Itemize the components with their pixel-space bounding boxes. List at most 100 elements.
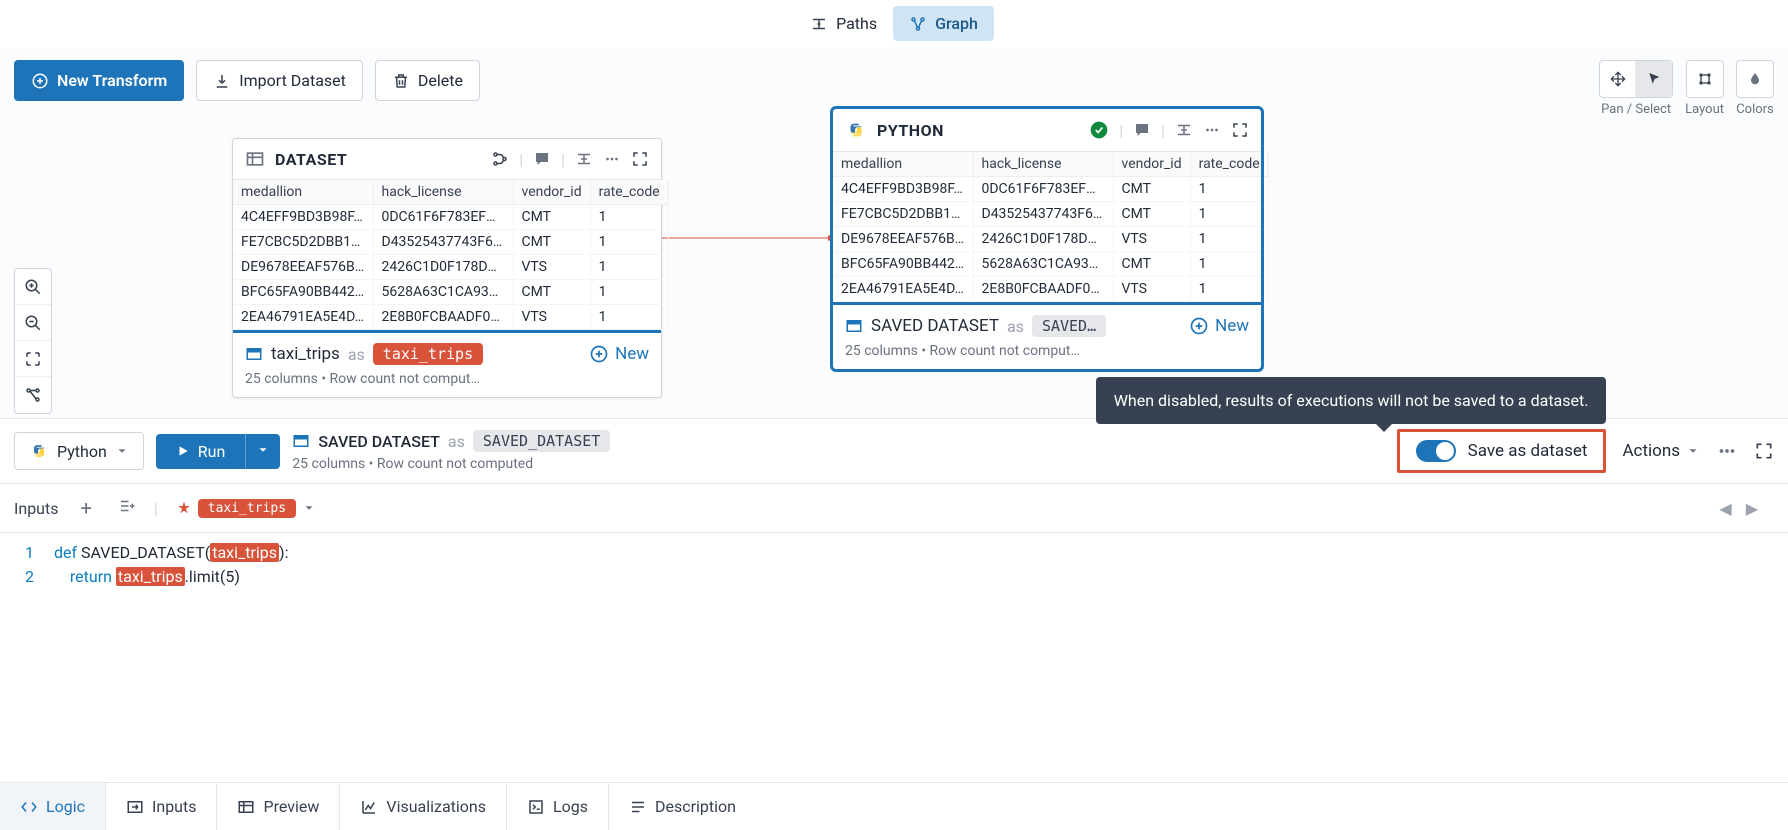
graph-icon	[909, 15, 927, 33]
code-editor[interactable]: 1def SAVED_DATASET(taxi_trips): 2 return…	[0, 533, 1788, 597]
zoom-fit-button[interactable]	[15, 341, 51, 377]
input-variable-chip[interactable]: taxi_trips	[168, 495, 324, 522]
node-python[interactable]: PYTHON | | medallionhack_licensevendor_i…	[832, 108, 1262, 370]
add-list-input-button[interactable]	[110, 493, 144, 523]
tab-graph[interactable]: Graph	[893, 6, 994, 41]
dataset-table: medallionhack_licensevendor_idrate_code …	[233, 180, 669, 330]
run-dropdown[interactable]	[245, 434, 280, 469]
import-dataset-label: Import Dataset	[239, 71, 346, 90]
expand-icon[interactable]	[1231, 121, 1249, 139]
node-python-title: PYTHON	[877, 121, 1079, 140]
next-input-button[interactable]: ▶	[1746, 499, 1758, 518]
code-icon	[20, 798, 38, 816]
tab-desc-label: Description	[655, 797, 736, 816]
zoom-links-button[interactable]	[15, 377, 51, 413]
pan-select-label: Pan / Select	[1601, 102, 1671, 117]
input-variable-name: taxi_trips	[198, 499, 296, 518]
graph-canvas[interactable]: New Transform Import Dataset Delete Pan …	[0, 48, 1788, 418]
zoom-out-icon	[24, 314, 42, 332]
inputs-label: Inputs	[14, 499, 58, 518]
tab-preview-label: Preview	[263, 797, 319, 816]
tab-description[interactable]: Description	[609, 783, 756, 830]
save-as-dataset-box: Save as dataset	[1397, 429, 1607, 473]
zoom-tools	[14, 268, 52, 414]
zoom-out-button[interactable]	[15, 305, 51, 341]
dataset-meta: 25 columns • Row count not comput…	[245, 371, 649, 387]
bottom-tab-bar: Logic Inputs Preview Visualizations Logs…	[0, 782, 1788, 830]
expand-icon[interactable]	[631, 150, 649, 168]
fit-icon	[24, 350, 42, 368]
pan-tool[interactable]	[1600, 61, 1636, 97]
new-output-button[interactable]: New	[1189, 316, 1249, 336]
tab-preview[interactable]: Preview	[217, 783, 340, 830]
play-icon	[176, 444, 190, 458]
more-icon[interactable]	[1203, 121, 1221, 139]
new-transform-button[interactable]: New Transform	[14, 60, 184, 101]
download-icon	[213, 72, 231, 90]
canvas-view-tools: Pan / Select Layout Colors	[1599, 60, 1774, 117]
dataset-icon	[292, 432, 310, 450]
import-dataset-button[interactable]: Import Dataset	[196, 60, 363, 101]
add-input-button[interactable]: +	[72, 492, 99, 524]
chevron-down-icon	[256, 443, 270, 457]
actions-dropdown[interactable]: Actions	[1622, 441, 1700, 461]
python-table: medallionhack_licensevendor_idrate_code …	[833, 152, 1269, 302]
dataset-alias-chip[interactable]: taxi_trips	[373, 343, 483, 365]
hierarchy-icon[interactable]	[1175, 121, 1193, 139]
line-number: 1	[14, 541, 54, 565]
paths-icon	[810, 15, 828, 33]
as-label: as	[1007, 317, 1024, 336]
select-tool[interactable]	[1636, 61, 1672, 97]
plus-circle-icon	[1189, 316, 1209, 336]
tab-paths[interactable]: Paths	[794, 6, 893, 41]
tab-visualizations[interactable]: Visualizations	[340, 783, 507, 830]
zoom-in-icon	[24, 278, 42, 296]
python-meta: 25 columns • Row count not comput…	[845, 343, 1249, 359]
node-dataset[interactable]: DATASET | | medallionhack_licensevendor_…	[232, 138, 662, 398]
tab-logic[interactable]: Logic	[0, 783, 106, 830]
dataset-name: taxi_trips	[271, 344, 340, 364]
tab-inputs-label: Inputs	[152, 797, 196, 816]
saved-dataset-title: SAVED DATASET	[871, 316, 999, 336]
expand-icon[interactable]	[1754, 441, 1774, 461]
saved-dataset-name-chip[interactable]: SAVED_DATASET	[473, 430, 610, 452]
tab-paths-label: Paths	[836, 14, 877, 33]
plus-circle-icon	[31, 72, 49, 90]
branch-icon[interactable]	[491, 150, 509, 168]
more-icon[interactable]	[603, 150, 621, 168]
run-button[interactable]: Run	[156, 434, 246, 469]
run-label: Run	[198, 442, 226, 461]
layout-icon	[1697, 71, 1713, 87]
new-output-button[interactable]: New	[589, 344, 649, 364]
dataset-icon	[845, 317, 863, 335]
layout-tool[interactable]	[1687, 61, 1723, 97]
comment-icon[interactable]	[1133, 121, 1151, 139]
hierarchy-icon[interactable]	[575, 150, 593, 168]
inputs-icon	[126, 798, 144, 816]
delete-button[interactable]: Delete	[375, 60, 480, 101]
zoom-in-button[interactable]	[15, 269, 51, 305]
links-icon	[24, 386, 42, 404]
tab-inputs[interactable]: Inputs	[106, 783, 217, 830]
chart-icon	[360, 798, 378, 816]
logs-icon	[527, 798, 545, 816]
saved-dataset-chip[interactable]: SAVED…	[1032, 315, 1106, 337]
save-as-dataset-toggle[interactable]	[1416, 440, 1456, 462]
save-as-dataset-label: Save as dataset	[1468, 441, 1588, 461]
line-number: 2	[14, 565, 54, 589]
list-add-icon	[118, 497, 136, 515]
colors-tool[interactable]	[1737, 61, 1773, 97]
edge-dataset-to-python	[660, 233, 840, 243]
cursor-icon	[1646, 71, 1662, 87]
language-selector[interactable]: Python	[14, 432, 144, 470]
trash-icon	[392, 72, 410, 90]
tab-logs[interactable]: Logs	[507, 783, 609, 830]
chevron-down-icon	[115, 444, 129, 458]
check-circle-icon	[1089, 120, 1109, 140]
inputs-bar: Inputs + | taxi_trips ◀ ▶	[0, 483, 1788, 533]
dataset-icon	[245, 345, 263, 363]
comment-icon[interactable]	[533, 150, 551, 168]
actions-label: Actions	[1622, 441, 1680, 461]
prev-input-button[interactable]: ◀	[1719, 499, 1731, 518]
more-icon[interactable]	[1716, 440, 1738, 462]
